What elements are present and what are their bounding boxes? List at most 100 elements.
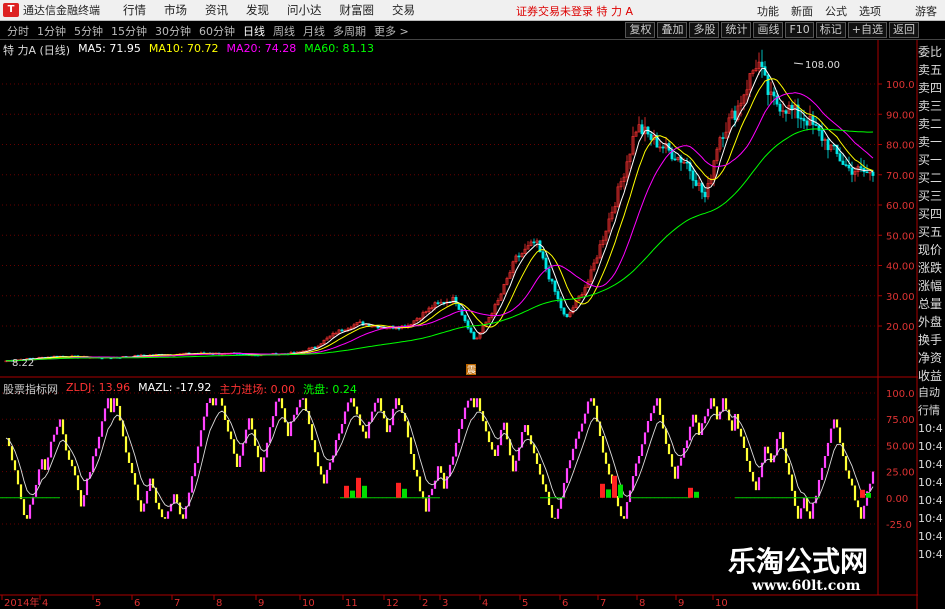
tick-panel-item: 10:4 xyxy=(918,548,943,561)
price-tick-label: 60.00 xyxy=(886,201,915,212)
candle-body xyxy=(553,280,557,292)
candle-body xyxy=(436,302,440,304)
indicator-legend: 股票指标网 ZLDJ: 13.96 MAZL: -17.92 主力进场: 0.0… xyxy=(3,381,357,397)
quote-panel-item: 涨幅 xyxy=(918,279,943,293)
quote-panel-item: 卖一 xyxy=(918,135,943,149)
tick-panel-item: 10:4 xyxy=(918,530,943,543)
high-label: 108.00 xyxy=(805,60,840,71)
candle-body xyxy=(772,91,776,97)
indicator-name[interactable]: 股票指标网 xyxy=(3,381,58,397)
candle-body xyxy=(760,61,764,67)
candle-body xyxy=(763,66,767,76)
stock-chart[interactable]: 100.090.0080.0070.0060.0050.0040.0030.00… xyxy=(0,0,945,609)
ma10-label: MA10: 70.72 xyxy=(148,42,219,55)
quote-panel-item: 涨跌 xyxy=(918,261,943,275)
candle-body xyxy=(691,170,695,181)
tick-panel-item: 行情 xyxy=(918,404,940,417)
x-tick-label: 6 xyxy=(562,598,568,609)
candle-body xyxy=(550,278,554,282)
x-tick-label: 8 xyxy=(216,598,222,609)
x-tick-label: 5 xyxy=(522,598,528,609)
quote-panel-item: 卖五 xyxy=(918,63,943,77)
candle-body xyxy=(565,313,569,318)
price-tick-label: 40.00 xyxy=(886,262,915,273)
x-tick-label: 12 xyxy=(386,598,399,609)
wash-bar xyxy=(402,488,407,498)
x-tick-label: 2 xyxy=(422,598,428,609)
x-tick-label: 9 xyxy=(258,598,264,609)
candle-body xyxy=(721,137,725,139)
candle-body xyxy=(472,332,476,340)
mazl-line xyxy=(5,408,874,510)
candle-body xyxy=(847,164,851,169)
x-tick-label: 3 xyxy=(442,598,448,609)
wash-bar xyxy=(606,489,611,498)
quote-panel-item: 现价 xyxy=(918,243,943,257)
watermark-text: 乐淘公式网 xyxy=(728,545,869,578)
candle-body xyxy=(790,104,794,110)
tick-panel-item: 10:4 xyxy=(918,512,943,525)
x-tick-label: 8 xyxy=(639,598,645,609)
x-tick-label: 4 xyxy=(482,598,488,609)
tick-panel: 自动 行情 10:4 10:4 10:4 10:4 10:4 10:4 10:4 10:4 xyxy=(918,384,945,564)
price-tick-label: 70.00 xyxy=(886,171,915,182)
candle-body xyxy=(532,241,536,244)
price-tick-label: 90.00 xyxy=(886,110,915,121)
x-tick-label: 10 xyxy=(715,598,728,609)
quote-panel-item: 卖二 xyxy=(918,117,943,131)
candle-body xyxy=(673,158,677,161)
x-tick-label: 7 xyxy=(174,598,180,609)
ma-line xyxy=(5,78,874,362)
quote-panel-item: 换手 xyxy=(918,333,943,347)
stock-name[interactable]: 特 力A (日线) xyxy=(3,42,70,58)
quote-panel-item: 买一 xyxy=(918,153,943,167)
x-tick-label: 6 xyxy=(134,598,140,609)
indicator-tick-label: 100.0 xyxy=(886,389,915,400)
candle-body xyxy=(826,139,830,151)
candle-body xyxy=(463,314,467,322)
candle-body xyxy=(820,130,824,141)
main-force-bar xyxy=(344,485,349,498)
candle-body xyxy=(865,171,869,174)
main-force-bar xyxy=(860,489,865,498)
tick-panel-item: 10:4 xyxy=(918,476,943,489)
x-tick-label: 4 xyxy=(42,598,48,609)
price-tick-label: 50.00 xyxy=(886,231,915,242)
candle-body xyxy=(313,346,317,349)
candle-body xyxy=(859,166,863,169)
mazl-label: MAZL: -17.92 xyxy=(138,381,212,394)
candle-body xyxy=(541,251,545,259)
main-force-bar xyxy=(396,482,401,498)
x-tick-label: 9 xyxy=(678,598,684,609)
tick-panel-item: 10:4 xyxy=(918,458,943,471)
candle-body xyxy=(844,164,848,166)
main-force-bar xyxy=(600,483,605,498)
candle-body xyxy=(766,74,770,95)
indicator-tick-label: 50.00 xyxy=(886,441,915,452)
main-force-bar xyxy=(688,487,693,498)
quote-panel-item: 买四 xyxy=(918,207,943,221)
quote-panel-item: 买五 xyxy=(918,225,943,239)
candle-body xyxy=(649,133,653,140)
price-tick-label: 20.00 xyxy=(886,322,915,333)
candle-body xyxy=(838,153,842,162)
main-force-bar xyxy=(356,477,361,498)
quote-panel-item: 外盘 xyxy=(918,315,943,329)
candle-body xyxy=(517,255,521,258)
wash-label: 洗盘: 0.24 xyxy=(303,383,357,396)
event-marker-text: 震 xyxy=(467,365,476,376)
main-force-label: 主力进场: 0.00 xyxy=(219,383,296,396)
low-label: 8.22 xyxy=(12,358,34,369)
quote-panel-item: 总量 xyxy=(918,297,943,311)
candle-body xyxy=(784,110,788,114)
candle-body xyxy=(640,124,644,135)
candle-body xyxy=(799,117,803,120)
candle-body xyxy=(556,291,560,300)
x-tick-label: 10 xyxy=(302,598,315,609)
candle-body xyxy=(661,146,665,149)
quote-panel-item: 委比 xyxy=(918,45,943,59)
ma-line xyxy=(5,67,874,362)
quote-panel-item: 收益 xyxy=(918,369,943,383)
zldj-label: ZLDJ: 13.96 xyxy=(66,381,131,394)
quote-panel: 委比 卖五 卖四 卖三 卖二 卖一 买一 买二 买三 买四 买五 现价 涨跌 涨幅 总量 外盘 换手 净资 收益 xyxy=(918,43,945,385)
